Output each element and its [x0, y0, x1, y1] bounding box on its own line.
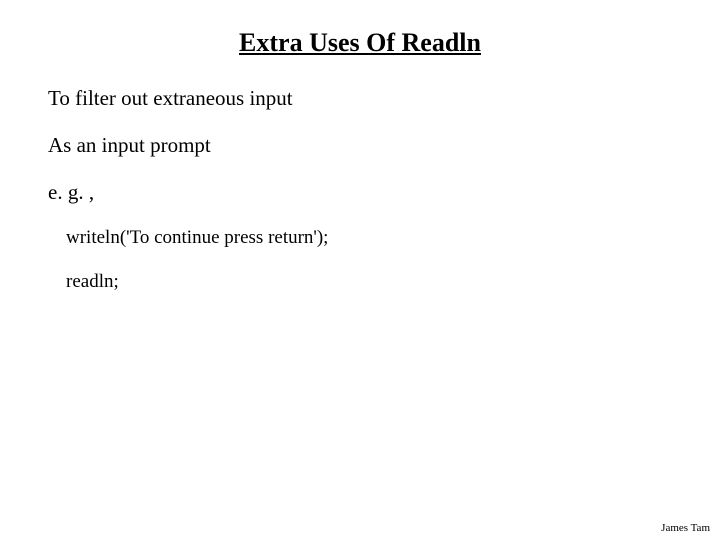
body-text-2: As an input prompt [48, 133, 672, 158]
slide-container: Extra Uses Of Readln To filter out extra… [0, 0, 720, 293]
code-line-2: readln; [66, 271, 672, 293]
body-text-3: e. g. , [48, 180, 672, 205]
body-text-1: To filter out extraneous input [48, 86, 672, 111]
footer-author: James Tam [661, 522, 710, 534]
code-line-1: writeln('To continue press return'); [66, 227, 672, 249]
slide-title: Extra Uses Of Readln [48, 28, 672, 58]
